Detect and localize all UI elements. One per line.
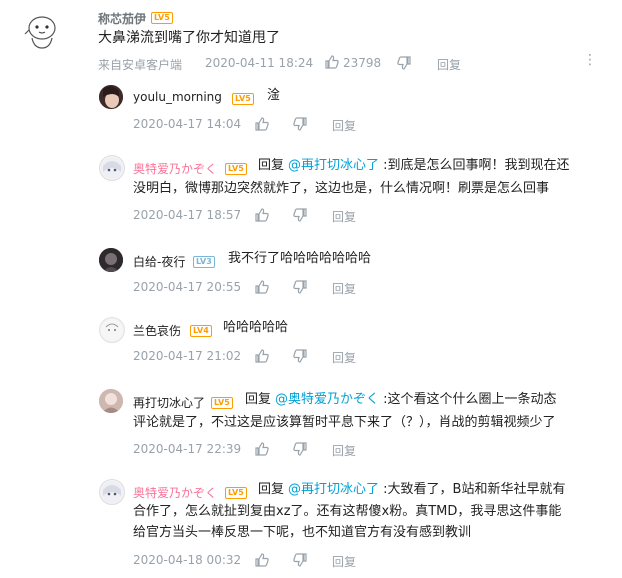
reply-button[interactable]: 回复 (332, 280, 356, 297)
thumb-up-icon[interactable] (254, 441, 270, 461)
reply-time: 2020-04-17 21:02 (133, 349, 242, 363)
reply-text: 回复 @奥特爱乃かぞく :这个看这个什么圈上一条动态 (245, 392, 557, 407)
mention-link[interactable]: @再打切冰心了 (288, 158, 379, 173)
avatar[interactable] (20, 8, 64, 52)
thumb-down-icon[interactable] (292, 348, 308, 368)
reply-button[interactable]: 回复 (332, 349, 356, 366)
reply-text: 我不行了哈哈哈哈哈哈哈 (228, 251, 372, 266)
thumb-down-icon[interactable] (292, 116, 308, 136)
reply-username[interactable]: 奥特爱乃かぞく (133, 160, 217, 177)
thumb-down-icon[interactable] (292, 552, 308, 572)
reply-time: 2020-04-17 20:55 (133, 280, 242, 294)
reply-text-continued: 没明白，微博那边突然就炸了，这边也是，什么情况啊！刷票是怎么回事 (133, 181, 550, 196)
level-badge: LV5 (232, 93, 254, 105)
mention-link[interactable]: @再打切冰心了 (288, 482, 379, 497)
reply-button[interactable]: 回复 (332, 208, 356, 225)
reply-button[interactable]: 回复 (437, 56, 461, 73)
like-count: 23798 (343, 56, 382, 70)
thumb-up-icon[interactable] (254, 348, 270, 368)
thumb-up-icon[interactable] (324, 54, 340, 74)
avatar[interactable] (99, 85, 123, 109)
avatar[interactable] (99, 389, 123, 413)
level-badge: LV5 (225, 163, 247, 175)
reply-username[interactable]: 奥特爱乃かぞく (133, 484, 217, 501)
thumb-up-icon[interactable] (254, 207, 270, 227)
comment-text: 大鼻涕流到嘴了你才知道甩了 (98, 30, 280, 46)
avatar[interactable] (99, 317, 125, 343)
avatar[interactable] (99, 479, 125, 505)
reply-username[interactable]: 白给-夜行 (133, 253, 185, 270)
reply-username[interactable]: youlu_morning (133, 90, 222, 104)
thumb-up-icon[interactable] (254, 552, 270, 572)
comment-source: 来自安卓客户端 (98, 58, 183, 72)
mention-link[interactable]: @奥特爱乃かぞく (275, 392, 379, 407)
thumb-down-icon[interactable] (396, 55, 412, 75)
reply-username[interactable]: 兰色哀伤 (133, 322, 181, 339)
more-icon[interactable]: ⋮ (583, 52, 598, 68)
level-badge: LV3 (193, 256, 215, 268)
reply-text-continued: 评论就是了，不过这是应该算暂时平息下来了（？），肖战的剪辑视频少了 (133, 415, 556, 430)
reply-username[interactable]: 再打切冰心了 (133, 394, 205, 411)
reply-time: 2020-04-17 18:57 (133, 208, 242, 222)
comment-time: 2020-04-11 18:24 (205, 56, 314, 70)
avatar[interactable] (99, 155, 125, 181)
thumb-down-icon[interactable] (292, 279, 308, 299)
level-badge: LV5 (151, 12, 173, 24)
reply-button[interactable]: 回复 (332, 442, 356, 459)
reply-button[interactable]: 回复 (332, 553, 356, 570)
level-badge: LV5 (225, 487, 247, 499)
thumb-up-icon[interactable] (254, 116, 270, 136)
thumb-down-icon[interactable] (292, 441, 308, 461)
reply-text: 回复 @再打切冰心了 :到底是怎么回事啊！我到现在还 (258, 158, 570, 173)
reply-time: 2020-04-17 14:04 (133, 117, 242, 131)
reply-time: 2020-04-18 00:32 (133, 553, 242, 567)
reply-text: 淦 (267, 88, 281, 103)
username[interactable]: 称芯茄伊 (98, 10, 146, 27)
reply-text: 哈哈哈哈哈 (223, 320, 289, 335)
level-badge: LV5 (211, 397, 233, 409)
reply-text-continued: 给官方当头一棒反思一下呢，也不知道官方有没有感到教训 (133, 525, 472, 540)
thumb-up-icon[interactable] (254, 279, 270, 299)
thumb-down-icon[interactable] (292, 207, 308, 227)
avatar-image (24, 16, 56, 49)
avatar[interactable] (99, 248, 123, 272)
level-badge: LV4 (190, 325, 212, 337)
reply-text: 回复 @再打切冰心了 :大致看了，B站和新华社早就有 (258, 482, 566, 497)
reply-time: 2020-04-17 22:39 (133, 442, 242, 456)
reply-button[interactable]: 回复 (332, 117, 356, 134)
